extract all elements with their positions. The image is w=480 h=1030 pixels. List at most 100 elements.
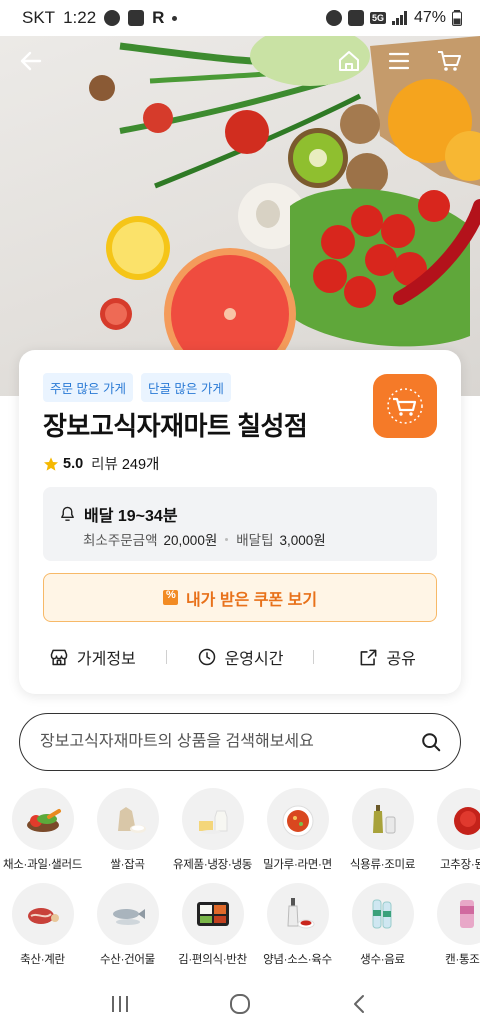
- home-system-button[interactable]: [220, 984, 260, 1024]
- category-label: 김·편의식·반찬: [178, 954, 247, 966]
- category-label: 양념·소스·육수: [263, 954, 332, 966]
- category-label: 캔·통조림: [445, 954, 480, 966]
- paste-icon: [436, 788, 480, 850]
- category-oil-seasoning[interactable]: 식용류·조미료: [340, 788, 425, 872]
- category-label: 고추장·된장: [440, 859, 480, 871]
- home-button[interactable]: [334, 46, 364, 76]
- back-arrow-icon: [20, 51, 42, 71]
- category-vegetables-fruits[interactable]: 채소·과일·샐러드: [0, 788, 85, 872]
- tag-regular-customers: 단골 많은 가게: [140, 373, 231, 402]
- search-icon[interactable]: [420, 731, 442, 753]
- category-meat-eggs[interactable]: 축산·계란: [0, 883, 85, 967]
- dairy-icon: [181, 788, 244, 850]
- category-label: 쌀·잡곡: [110, 859, 145, 871]
- category-label: 밀가루·라면·면: [263, 859, 332, 871]
- share-button[interactable]: 공유: [314, 645, 461, 669]
- store-info-button[interactable]: 가게정보: [19, 645, 166, 669]
- mute-icon: [347, 10, 364, 26]
- delivery-time: 배달 19~34분: [84, 508, 178, 525]
- business-hours-button[interactable]: 운영시간: [167, 645, 314, 669]
- alarm-icon: [325, 10, 342, 26]
- delivery-tip-value: 3,000원: [279, 533, 326, 548]
- category-label: 축산·계란: [20, 954, 65, 966]
- min-order-value: 20,000원: [163, 533, 218, 548]
- signal-icon: [391, 11, 407, 25]
- menu-button[interactable]: [384, 46, 414, 76]
- store-name: 장보고식자재마트 칠성점: [43, 411, 308, 441]
- category-canned[interactable]: 캔·통조림: [425, 883, 480, 967]
- category-pepper-paste[interactable]: 고추장·된장: [425, 788, 480, 872]
- home-icon: [339, 51, 359, 71]
- store-info-label: 가게정보: [76, 651, 136, 668]
- category-label: 채소·과일·샐러드: [2, 859, 83, 871]
- meat-icon: [11, 883, 74, 945]
- product-search-bar: [19, 713, 461, 771]
- gallery-notification-icon: [128, 10, 145, 26]
- lunchbox-icon: [181, 883, 244, 945]
- system-back-button[interactable]: [340, 984, 380, 1024]
- category-label: 식용류·조미료: [349, 859, 416, 871]
- battery-icon: [452, 10, 462, 26]
- r-notification-icon: R: [152, 8, 165, 27]
- clock: 1:22: [63, 8, 97, 27]
- system-navigation-bar: [0, 978, 480, 1030]
- recent-apps-button[interactable]: [100, 984, 140, 1024]
- business-hours-label: 운영시간: [224, 651, 284, 668]
- share-icon: [361, 649, 377, 665]
- status-bar: SKT 1:22 R 5G 47%: [0, 0, 480, 36]
- view-my-coupons-button[interactable]: 내가 받은 쿠폰 보기: [43, 573, 437, 622]
- rating-row[interactable]: 5.0 리뷰 249개: [43, 453, 159, 474]
- cart-icon: [438, 51, 461, 71]
- store-logo: [373, 374, 437, 438]
- coupon-button-label: 내가 받은 쿠폰 보기: [185, 591, 318, 609]
- category-laver-sidedish[interactable]: 김·편의식·반찬: [170, 883, 255, 967]
- delivery-rider-icon: [61, 506, 74, 521]
- back-button[interactable]: [16, 46, 46, 76]
- network-type: 5G: [369, 12, 386, 24]
- product-search-input[interactable]: [40, 733, 420, 751]
- oil-bottle-icon: [351, 788, 414, 850]
- chevron-left-icon: [354, 995, 364, 1013]
- category-water-drinks[interactable]: 생수·음료: [340, 883, 425, 967]
- share-label: 공유: [386, 651, 416, 668]
- home-circle-icon: [230, 994, 250, 1014]
- sauce-icon: [266, 883, 329, 945]
- recent-apps-icon: [112, 996, 128, 1012]
- cart-button[interactable]: [434, 46, 464, 76]
- category-row: 축산·계란 수산·건어물 김·편의식·반찬 양념·소스·육수 생수·음료 캔·통…: [0, 883, 480, 967]
- category-dairy-frozen[interactable]: 유제품·냉장·냉동: [170, 788, 255, 872]
- category-label: 생수·음료: [360, 954, 405, 966]
- rating-score: 5.0: [63, 455, 84, 472]
- category-label: 수산·건어물: [100, 954, 155, 966]
- category-row: 채소·과일·샐러드 쌀·잡곡 유제품·냉장·냉동 밀가루·라면·면 식용류·조미…: [0, 788, 480, 872]
- category-sauce-broth[interactable]: 양념·소스·육수: [255, 883, 340, 967]
- fish-icon: [96, 883, 159, 945]
- store-actions: 가게정보 운영시간 공유: [19, 637, 461, 677]
- clock-icon: [198, 648, 215, 666]
- min-order-label: 최소주문금액: [83, 533, 158, 548]
- review-label: 리뷰: [91, 457, 118, 473]
- top-navigation: [0, 36, 480, 88]
- hamburger-menu-icon: [388, 52, 410, 70]
- vegetables-icon: [11, 788, 74, 850]
- store-info-card: 주문 많은 가게 단골 많은 가게 장보고식자재마트 칠성점 5.0 리뷰 24…: [19, 350, 461, 694]
- category-rice-grains[interactable]: 쌀·잡곡: [85, 788, 170, 872]
- separator-dot: [225, 537, 229, 541]
- noodles-icon: [266, 788, 329, 850]
- more-notifications-icon: [172, 15, 178, 21]
- delivery-tip-label: 배달팁: [236, 533, 274, 548]
- category-grid: 채소·과일·샐러드 쌀·잡곡 유제품·냉장·냉동 밀가루·라면·면 식용류·조미…: [0, 788, 480, 978]
- category-flour-noodles[interactable]: 밀가루·라면·면: [255, 788, 340, 872]
- store-hero-image: [0, 36, 480, 396]
- store-icon: [50, 649, 68, 666]
- talk-notification-icon: [104, 10, 121, 26]
- battery-percent: 47%: [413, 9, 446, 26]
- tag-popular-orders: 주문 많은 가게: [43, 373, 133, 402]
- coupon-icon: [162, 589, 178, 605]
- carrier-label: SKT: [22, 8, 56, 27]
- store-tags: 주문 많은 가게 단골 많은 가게: [43, 373, 231, 402]
- rice-sack-icon: [96, 788, 159, 850]
- delivery-info-box: 배달 19~34분 최소주문금액 20,000원 배달팁 3,000원: [43, 487, 437, 561]
- star-icon: [44, 456, 58, 471]
- category-seafood-dried[interactable]: 수산·건어물: [85, 883, 170, 967]
